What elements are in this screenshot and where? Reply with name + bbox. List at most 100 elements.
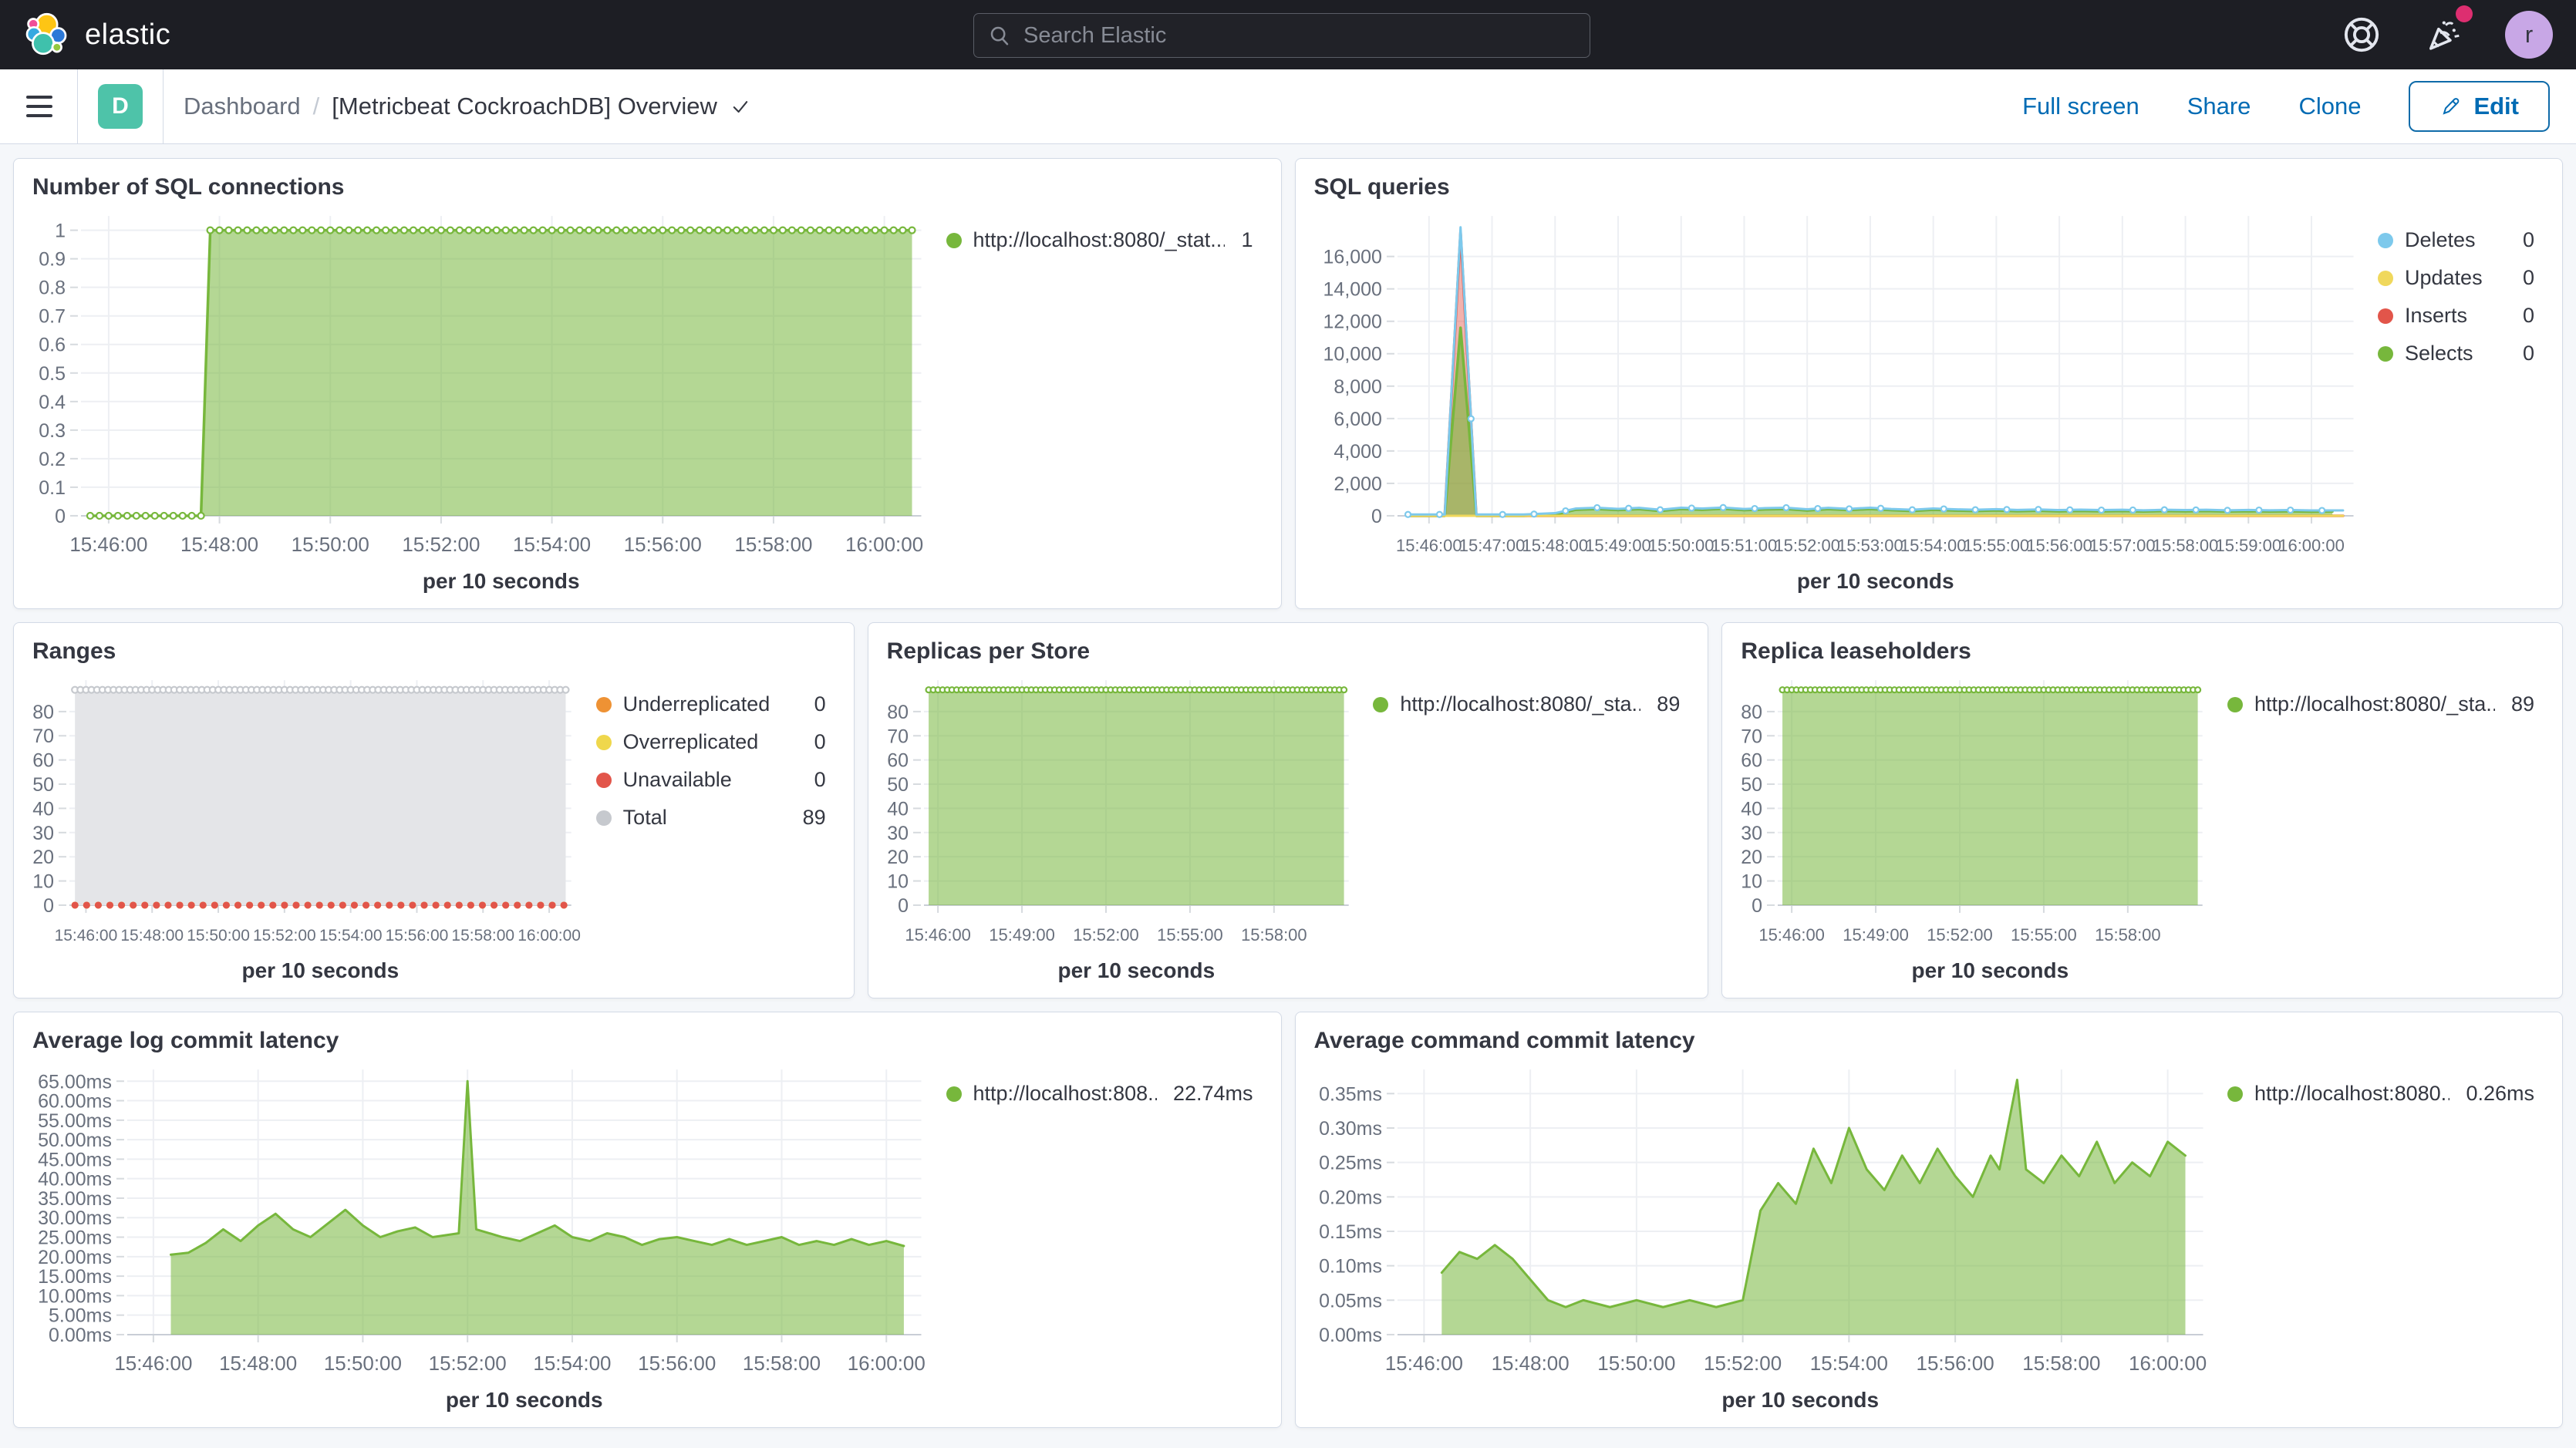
edit-button[interactable]: Edit — [2409, 81, 2550, 132]
replica-leaseholders-chart[interactable]: 0102030405060708015:46:0015:49:0015:52:0… — [1728, 666, 2223, 992]
panel-title: Average command commit latency — [1296, 1012, 2563, 1056]
elastic-logo[interactable] — [23, 11, 71, 59]
svg-text:50: 50 — [1741, 774, 1763, 796]
search-input[interactable] — [1023, 23, 1576, 49]
svg-text:80: 80 — [32, 702, 54, 723]
svg-text:70: 70 — [1741, 726, 1763, 747]
svg-text:15:58:00: 15:58:00 — [734, 533, 812, 556]
svg-text:5.00ms: 5.00ms — [49, 1305, 112, 1327]
legend-item[interactable]: Underreplicated0 — [596, 692, 826, 716]
command-commit-latency-chart[interactable]: 0.00ms0.05ms0.10ms0.15ms0.20ms0.25ms0.30… — [1302, 1056, 2224, 1421]
panel-replica-leaseholders: Replica leaseholders 0102030405060708015… — [1721, 622, 2563, 998]
legend-item[interactable]: http://localhost:8080/_sta...89 — [2227, 692, 2534, 716]
sql-connections-chart[interactable]: 00.10.20.30.40.50.60.70.80.9115:46:0015:… — [20, 202, 942, 602]
svg-text:per 10 seconds: per 10 seconds — [1796, 569, 1954, 593]
svg-text:15.00ms: 15.00ms — [38, 1266, 112, 1288]
svg-text:4,000: 4,000 — [1334, 441, 1382, 463]
help-button[interactable] — [2342, 15, 2382, 55]
legend-item[interactable]: Overreplicated0 — [596, 730, 826, 754]
legend-value: 0 — [814, 730, 826, 754]
legend-item[interactable]: http://localhost:8080/_stat...1 — [946, 228, 1253, 252]
breadcrumb: Dashboard / [Metricbeat CockroachDB] Ove… — [184, 93, 751, 120]
legend-item[interactable]: Unavailable 0 — [596, 768, 826, 792]
legend-value: 0.26ms — [2466, 1082, 2534, 1106]
svg-text:25.00ms: 25.00ms — [38, 1227, 112, 1249]
legend-dot — [596, 810, 612, 826]
legend-value: 0 — [814, 768, 826, 792]
svg-text:15:57:00: 15:57:00 — [2089, 536, 2156, 555]
svg-text:2,000: 2,000 — [1334, 473, 1382, 495]
svg-text:35.00ms: 35.00ms — [38, 1188, 112, 1210]
svg-text:1: 1 — [55, 221, 66, 242]
panel-number-of-sql-connections: Number of SQL connections 00.10.20.30.40… — [13, 158, 1282, 609]
svg-text:10: 10 — [887, 871, 909, 893]
svg-text:60: 60 — [887, 750, 909, 772]
clone-button[interactable]: Clone — [2298, 93, 2361, 120]
edit-button-label: Edit — [2473, 93, 2519, 120]
legend-label: Selects — [2405, 342, 2507, 365]
svg-text:70: 70 — [887, 726, 909, 747]
ranges-chart[interactable]: 0102030405060708015:46:0015:48:0015:50:0… — [20, 666, 592, 992]
legend-item[interactable]: Inserts0 — [2378, 304, 2534, 328]
svg-text:0.5: 0.5 — [39, 363, 66, 385]
svg-text:per 10 seconds: per 10 seconds — [1912, 958, 2069, 982]
share-button[interactable]: Share — [2187, 93, 2251, 120]
legend-dot — [2378, 271, 2393, 286]
lifebuoy-icon — [2342, 15, 2382, 55]
legend-label: Unavailable — [623, 768, 798, 792]
svg-text:40.00ms: 40.00ms — [38, 1169, 112, 1190]
panel-title: Number of SQL connections — [14, 159, 1281, 202]
user-avatar[interactable]: r — [2505, 11, 2553, 59]
legend-item[interactable]: Updates0 — [2378, 266, 2534, 290]
svg-text:15:50:00: 15:50:00 — [292, 533, 369, 556]
svg-text:15:52:00: 15:52:00 — [402, 533, 480, 556]
panel-title: Average log commit latency — [14, 1012, 1281, 1056]
svg-text:15:51:00: 15:51:00 — [1711, 536, 1777, 555]
menu-button[interactable] — [22, 91, 57, 122]
svg-text:65.00ms: 65.00ms — [38, 1071, 112, 1093]
svg-text:0.7: 0.7 — [39, 306, 66, 328]
svg-text:10,000: 10,000 — [1323, 344, 1381, 365]
check-icon[interactable] — [730, 96, 751, 117]
chart-legend: http://localhost:8080...0.26ms — [2223, 1056, 2554, 1421]
svg-text:10: 10 — [1741, 871, 1763, 893]
legend-item[interactable]: http://localhost:808...22.74ms — [946, 1082, 1253, 1106]
global-search[interactable] — [973, 13, 1590, 58]
svg-text:0: 0 — [43, 895, 54, 917]
legend-value: 0 — [2523, 228, 2534, 252]
topbar-icons: r — [2342, 11, 2553, 59]
svg-text:15:48:00: 15:48:00 — [219, 1352, 297, 1375]
full-screen-button[interactable]: Full screen — [2022, 93, 2139, 120]
legend-item[interactable]: Deletes0 — [2378, 228, 2534, 252]
dashboard-badge[interactable]: D — [98, 84, 143, 129]
svg-text:8,000: 8,000 — [1334, 376, 1382, 398]
svg-text:30: 30 — [887, 823, 909, 844]
svg-text:0.6: 0.6 — [39, 335, 66, 356]
svg-text:15:49:00: 15:49:00 — [1585, 536, 1651, 555]
svg-text:20: 20 — [887, 847, 909, 868]
legend-dot — [596, 773, 612, 788]
replicas-per-store-chart[interactable]: 0102030405060708015:46:0015:49:0015:52:0… — [875, 666, 1369, 992]
svg-text:15:52:00: 15:52:00 — [429, 1352, 507, 1375]
legend-item[interactable]: http://localhost:8080/_sta...89 — [1373, 692, 1680, 716]
svg-text:15:47:00: 15:47:00 — [1458, 536, 1525, 555]
sql-queries-chart[interactable]: 02,0004,0006,0008,00010,00012,00014,0001… — [1302, 202, 2374, 602]
news-feed-button[interactable] — [2423, 15, 2463, 55]
elastic-logo-icon — [23, 11, 71, 59]
svg-text:15:54:00: 15:54:00 — [319, 927, 383, 945]
svg-text:15:52:00: 15:52:00 — [1774, 536, 1840, 555]
breadcrumb-dashboard[interactable]: Dashboard — [184, 93, 301, 120]
log-commit-latency-chart[interactable]: 0.00ms5.00ms10.00ms15.00ms20.00ms25.00ms… — [20, 1056, 942, 1421]
legend-item[interactable]: http://localhost:8080...0.26ms — [2227, 1082, 2534, 1106]
svg-text:per 10 seconds: per 10 seconds — [446, 1388, 603, 1412]
svg-text:15:56:00: 15:56:00 — [624, 533, 702, 556]
notification-dot — [2456, 5, 2473, 22]
svg-text:12,000: 12,000 — [1323, 311, 1381, 333]
svg-text:15:55:00: 15:55:00 — [1963, 536, 2029, 555]
legend-item[interactable]: Selects0 — [2378, 342, 2534, 365]
svg-text:0.35ms: 0.35ms — [1319, 1083, 1382, 1105]
legend-item[interactable]: Total89 — [596, 806, 826, 830]
svg-text:60: 60 — [1741, 750, 1763, 772]
svg-text:20: 20 — [1741, 847, 1763, 868]
dashboard-grid: Number of SQL connections 00.10.20.30.40… — [0, 144, 2576, 1428]
